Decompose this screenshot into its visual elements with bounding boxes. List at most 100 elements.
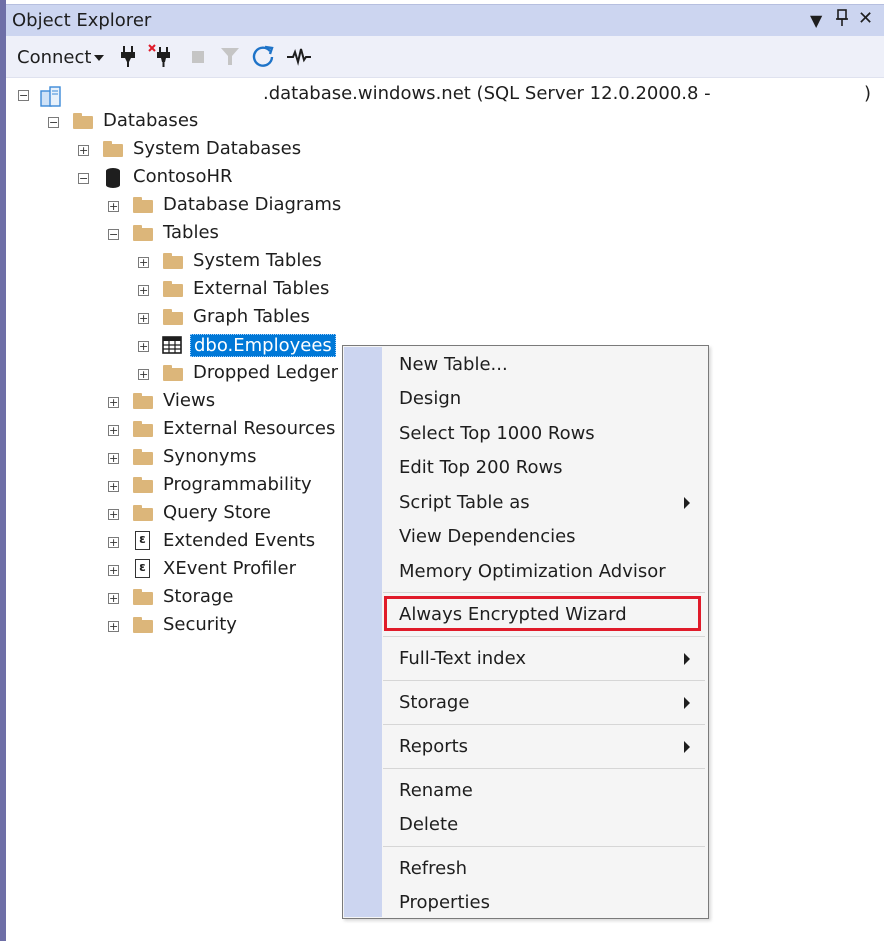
folder-icon	[163, 253, 183, 269]
tree-node-xevent-profiler[interactable]: + ε XEvent Profiler	[6, 557, 326, 583]
submenu-arrow-icon	[684, 653, 690, 665]
folder-icon	[133, 505, 153, 521]
menu-separator	[383, 636, 705, 637]
expand-icon[interactable]: +	[138, 285, 149, 296]
menu-item-reports[interactable]: Reports	[399, 736, 468, 757]
tree-node-database-diagrams[interactable]: + Database Diagrams	[6, 193, 346, 219]
tree-node-views[interactable]: + Views	[6, 389, 306, 415]
tree-node-synonyms[interactable]: + Synonyms	[6, 445, 306, 471]
tree-node-system-tables[interactable]: + System Tables	[6, 249, 336, 275]
expand-icon[interactable]: +	[108, 453, 119, 464]
expand-icon[interactable]: +	[108, 425, 119, 436]
panel-title: Object Explorer	[12, 10, 152, 31]
menu-item-design[interactable]: Design	[399, 388, 461, 409]
expand-icon[interactable]: +	[138, 313, 149, 324]
xevent-profiler-icon: ε	[135, 559, 150, 578]
selected-node-label: dbo.Employees	[190, 334, 336, 357]
connect-button[interactable]: Connect	[17, 47, 105, 68]
expand-icon[interactable]: +	[108, 481, 119, 492]
expand-icon[interactable]: +	[108, 397, 119, 408]
menu-item-memory-optimization-advisor[interactable]: Memory Optimization Advisor	[399, 561, 666, 582]
expand-icon[interactable]: +	[138, 257, 149, 268]
menu-item-select-top-rows[interactable]: Select Top 1000 Rows	[399, 423, 595, 444]
tree-node-query-store[interactable]: + Query Store	[6, 501, 306, 527]
activity-icon[interactable]	[286, 44, 311, 68]
toolbar: Connect	[6, 36, 884, 78]
menu-item-delete[interactable]: Delete	[399, 814, 458, 835]
disconnect-icon[interactable]	[148, 44, 172, 68]
tree-node-external-tables[interactable]: + External Tables	[6, 277, 336, 303]
plug-icon[interactable]	[116, 44, 140, 68]
expand-icon[interactable]: +	[78, 145, 89, 156]
expand-icon[interactable]: +	[108, 201, 119, 212]
folder-icon	[163, 309, 183, 325]
tree-node-graph-tables[interactable]: + Graph Tables	[6, 305, 336, 331]
folder-icon	[163, 281, 183, 297]
menu-icon-gutter	[344, 347, 382, 917]
tree-node-system-databases[interactable]: + System Databases	[6, 137, 306, 163]
menu-item-storage[interactable]: Storage	[399, 692, 469, 713]
server-icon	[39, 85, 63, 112]
folder-icon	[103, 141, 123, 157]
menu-item-script-table-as[interactable]: Script Table as	[399, 492, 530, 513]
collapse-icon[interactable]: −	[108, 229, 119, 240]
menu-item-properties[interactable]: Properties	[399, 892, 490, 913]
tree-node-tables[interactable]: − Tables	[6, 221, 306, 247]
refresh-icon[interactable]	[250, 44, 274, 68]
tree-node-external-resources[interactable]: + External Resources	[6, 417, 336, 443]
expand-icon[interactable]: +	[108, 537, 119, 548]
tree-node-dropped-ledger[interactable]: + Dropped Ledger T	[6, 361, 342, 387]
menu-separator	[383, 724, 705, 725]
submenu-arrow-icon	[684, 741, 690, 753]
extended-events-icon: ε	[135, 531, 150, 550]
table-icon	[162, 336, 182, 359]
menu-separator	[383, 846, 705, 847]
dropdown-icon[interactable]: ▼	[810, 11, 822, 30]
tree-node-security[interactable]: + Security	[6, 613, 306, 639]
menu-item-view-dependencies[interactable]: View Dependencies	[399, 526, 576, 547]
menu-separator	[383, 768, 705, 769]
object-explorer-titlebar: Object Explorer ▼ ✕	[6, 4, 884, 36]
collapse-icon[interactable]: −	[78, 173, 89, 184]
database-icon	[105, 167, 121, 194]
folder-icon	[163, 365, 183, 381]
folder-icon	[133, 477, 153, 493]
tree-node-database[interactable]: − ContosoHR	[6, 165, 306, 191]
folder-icon	[133, 589, 153, 605]
submenu-arrow-icon	[684, 497, 690, 509]
collapse-icon[interactable]: −	[18, 90, 29, 101]
tree-node-dbo-employees[interactable]: + dbo.Employees	[6, 333, 336, 359]
stop-icon[interactable]	[186, 44, 210, 68]
tree-node-databases[interactable]: − Databases	[6, 109, 306, 135]
menu-item-new-table[interactable]: New Table...	[399, 354, 508, 375]
close-icon[interactable]: ✕	[858, 8, 873, 29]
folder-icon	[133, 393, 153, 409]
submenu-arrow-icon	[684, 697, 690, 709]
expand-icon[interactable]: +	[108, 509, 119, 520]
menu-item-refresh[interactable]: Refresh	[399, 858, 467, 879]
expand-icon[interactable]: +	[108, 565, 119, 576]
expand-icon[interactable]: +	[138, 369, 149, 380]
folder-icon	[133, 197, 153, 213]
menu-item-rename[interactable]: Rename	[399, 780, 473, 801]
menu-item-edit-top-rows[interactable]: Edit Top 200 Rows	[399, 457, 563, 478]
filter-icon[interactable]	[218, 44, 242, 68]
folder-icon	[133, 449, 153, 465]
tree-node-programmability[interactable]: + Programmability	[6, 473, 326, 499]
pin-icon[interactable]	[835, 9, 849, 31]
server-name: .database.windows.net (SQL Server 12.0.2…	[263, 83, 711, 104]
expand-icon[interactable]: +	[138, 341, 149, 352]
expand-icon[interactable]: +	[108, 621, 119, 632]
menu-separator	[383, 680, 705, 681]
menu-separator	[383, 592, 705, 593]
chevron-down-icon	[94, 55, 105, 61]
tree-node-server[interactable]: − .database.windows.net (SQL Server 12.0…	[6, 82, 876, 108]
tree-node-extended-events[interactable]: + ε Extended Events	[6, 529, 326, 555]
menu-item-full-text-index[interactable]: Full-Text index	[399, 648, 526, 669]
server-name-suffix: )	[864, 83, 872, 104]
highlight-box	[384, 596, 701, 631]
collapse-icon[interactable]: −	[48, 117, 59, 128]
tree-node-storage[interactable]: + Storage	[6, 585, 306, 611]
folder-icon	[133, 617, 153, 633]
expand-icon[interactable]: +	[108, 593, 119, 604]
